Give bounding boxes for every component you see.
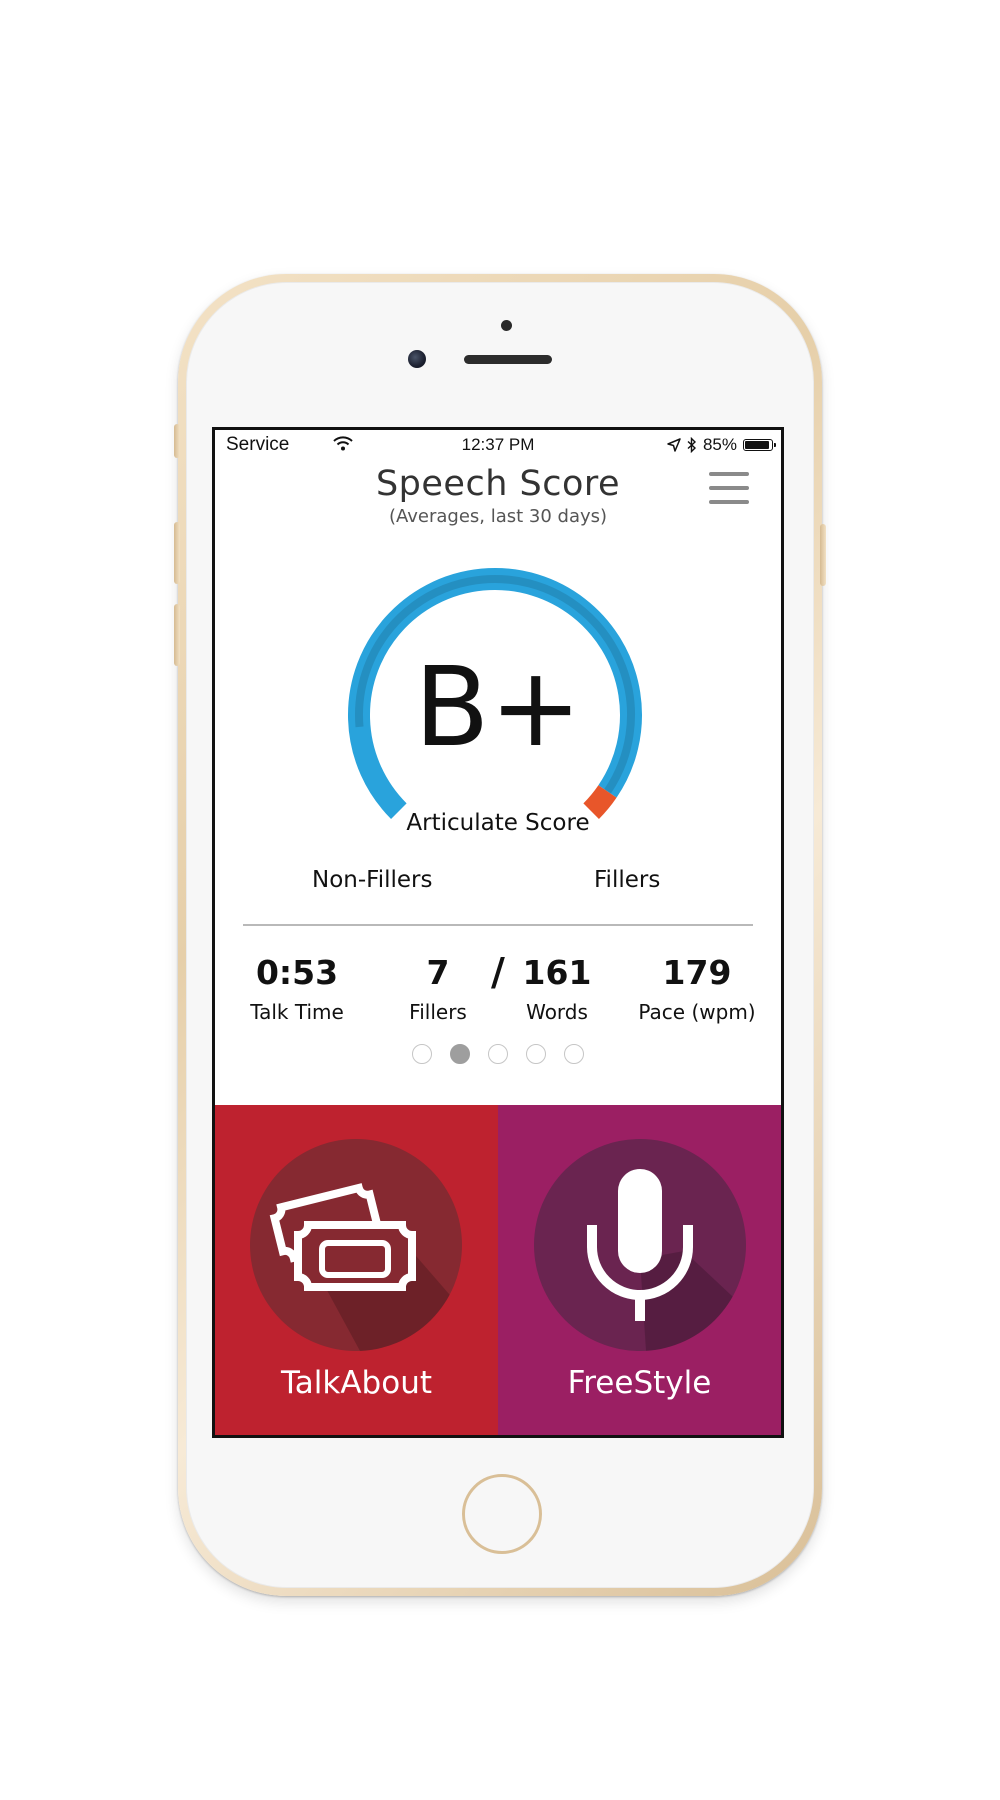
silent-switch [174,424,180,458]
fillers-count-value: 7 [426,953,450,992]
legend-fillers: Fillers [594,867,661,893]
battery-percent: 85% [702,435,737,454]
page-dot[interactable] [488,1044,508,1064]
freestyle-button[interactable]: FreeStyle [498,1105,781,1435]
status-bar: Service 12:37 PM 85% [215,430,781,460]
page-dot[interactable] [564,1044,584,1064]
fillers-count-label: Fillers [409,1000,467,1024]
score-label: Articulate Score [406,810,590,836]
pace-value: 179 [662,953,732,992]
page-dot-active[interactable] [450,1044,470,1064]
words-count-value: 161 [522,953,592,992]
score-grade: B+ [414,643,582,771]
home-button[interactable] [462,1474,542,1554]
menu-line [709,472,749,476]
volume-up-button [174,522,180,584]
section-divider [243,924,753,926]
location-arrow-icon [667,438,681,452]
gauge-fillers-arc [583,785,617,819]
power-button [820,524,826,586]
status-indicators: 85% [667,435,776,455]
talk-time-label: Talk Time [250,1000,344,1024]
app-screen: Service 12:37 PM 85% Speech Score (Avera… [212,427,784,1438]
microphone-icon [587,1169,746,1351]
volume-down-button [174,604,180,666]
page-title: Speech Score [375,464,621,504]
bluetooth-icon [687,437,696,453]
tickets-icon [269,1183,462,1351]
page-subtitle: (Averages, last 30 days) [388,506,608,527]
front-camera-icon [408,350,426,368]
proximity-sensor [501,320,512,331]
freestyle-icon-circle [534,1139,746,1351]
battery-icon [743,439,776,451]
page-indicator[interactable] [215,1044,781,1064]
page-dot[interactable] [526,1044,546,1064]
menu-line [709,500,749,504]
talk-time-value: 0:53 [255,953,339,992]
pace-label: Pace (wpm) [638,1000,756,1024]
talkabout-button[interactable]: TalkAbout [215,1105,498,1435]
freestyle-label: FreeStyle [567,1365,712,1401]
page-dot[interactable] [412,1044,432,1064]
legend-nonfillers: Non-Fillers [312,867,433,893]
talkabout-icon-circle [250,1139,462,1351]
fillers-words-separator: / [491,950,505,994]
words-count-label: Words [526,1000,588,1024]
earpiece-speaker [464,355,552,364]
talkabout-label: TalkAbout [280,1365,433,1401]
hamburger-menu-icon[interactable] [709,470,749,508]
menu-line [709,486,749,490]
